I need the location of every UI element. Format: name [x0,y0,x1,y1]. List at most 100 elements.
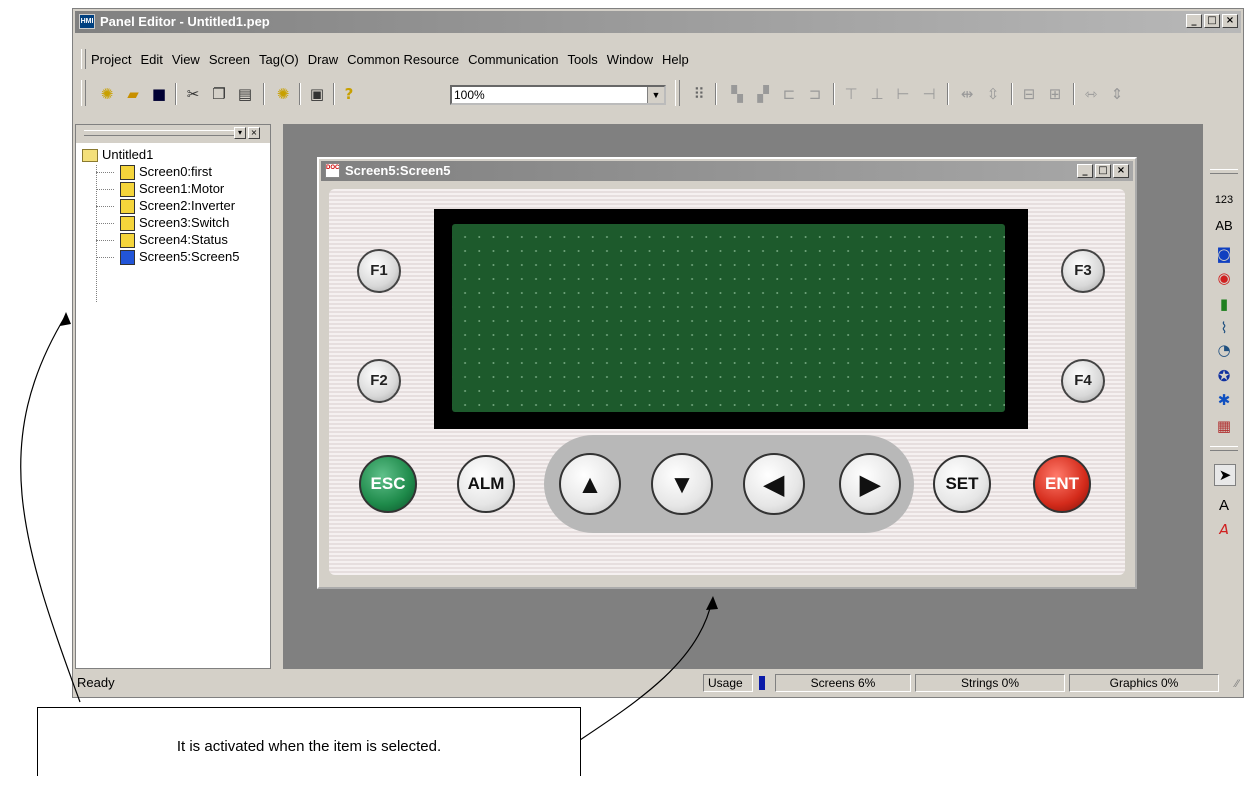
resize-grip-icon[interactable]: ⁄⁄ [1235,678,1239,690]
annotation-text: It is activated when the item is selecte… [176,738,442,755]
paste-icon[interactable]: ▤ [235,84,255,104]
copy-icon[interactable]: ❐ [209,84,229,104]
tree-item-screen0[interactable]: Screen0:first [82,164,239,181]
animation-icon[interactable]: ✱ [1214,390,1234,410]
pane-dropdown-button[interactable]: ▾ [234,127,246,139]
document-icon: DOC [325,163,340,178]
menu-tag[interactable]: Tag(O) [259,52,299,67]
menu-draw[interactable]: Draw [308,52,338,67]
toolbar-separator [175,83,177,105]
screen-close-button[interactable]: × [1113,164,1129,178]
align-bottom-icon[interactable]: ⊥ [867,84,887,104]
tree-item-screen2[interactable]: Screen2:Inverter [82,198,239,215]
bring-front-icon[interactable]: ▚ [727,84,747,104]
ungroup-icon[interactable]: ⊐ [805,84,825,104]
ent-key[interactable]: ENT [1033,455,1091,513]
title-bar[interactable]: HMI Panel Editor - Untitled1.pep _ □ × [75,11,1241,33]
arrowhead [60,312,71,326]
text-tool-icon[interactable]: A [1214,496,1234,516]
clock-icon[interactable]: ▦ [1214,416,1234,436]
numeric-display-icon[interactable]: 123 [1214,190,1234,210]
download-icon[interactable]: ▣ [307,84,327,104]
f2-key[interactable]: F2 [357,359,401,403]
f3-key[interactable]: F3 [1061,249,1105,293]
menu-tools[interactable]: Tools [567,52,597,67]
usage-bar-icon [759,676,765,690]
font-tool-icon[interactable]: A [1214,520,1234,534]
screen-minimize-button[interactable]: _ [1077,164,1093,178]
same-width-icon[interactable]: ⇹ [957,84,977,104]
screen-page-icon [120,199,135,215]
up-arrow-key[interactable]: ▲ [559,453,621,515]
space-horizontal-icon[interactable]: ⇿ [1081,84,1101,104]
menu-edit[interactable]: Edit [140,52,162,67]
space-vertical-icon[interactable]: ⇕ [1107,84,1127,104]
panel-editor-window: HMI Panel Editor - Untitled1.pep _ □ × P… [72,8,1244,698]
menu-window[interactable]: Window [607,52,653,67]
screen-maximize-button[interactable]: □ [1095,164,1111,178]
align-right-icon[interactable]: ⊣ [919,84,939,104]
status-text: Ready [77,675,115,690]
minimize-button[interactable]: _ [1186,14,1202,28]
push-button-icon[interactable]: ◙ [1214,244,1234,264]
menu-view[interactable]: View [172,52,200,67]
tree-item-screen4[interactable]: Screen4:Status [82,232,239,249]
tree-item-screen3[interactable]: Screen3:Switch [82,215,239,232]
new-project-icon[interactable]: ✺ [97,84,117,104]
project-tree: Untitled1 Screen0:first Screen1:Motor Sc… [82,147,239,302]
chevron-down-icon[interactable]: ▼ [647,87,664,103]
graphics-usage: Graphics 0% [1069,674,1219,692]
toolbar-separator [1073,83,1075,105]
tree-item-screen5[interactable]: Screen5:Screen5 [82,249,239,266]
annotation-callout: It is activated when the item is selecte… [37,707,581,776]
align-top-icon[interactable]: ⊤ [841,84,861,104]
maximize-button[interactable]: □ [1204,14,1220,28]
same-height-icon[interactable]: ⇳ [983,84,1003,104]
pie-graph-icon[interactable]: ◔ [1214,340,1234,360]
tree-root[interactable]: Untitled1 [82,147,239,164]
meter-icon[interactable]: ✪ [1214,366,1234,386]
screen-window-title-bar[interactable]: DOC Screen5:Screen5 _ □ × [321,161,1133,181]
menu-project[interactable]: Project [91,52,131,67]
help-icon[interactable]: ? [339,84,359,104]
lcd-display[interactable] [452,224,1005,412]
trend-graph-icon[interactable]: ⌇ [1214,318,1234,338]
bar-graph-icon[interactable]: ▮ [1214,294,1234,314]
pane-splitter[interactable] [271,124,281,669]
send-back-icon[interactable]: ▞ [753,84,773,104]
right-arrow-key[interactable]: ▶ [839,453,901,515]
center-horizontal-icon[interactable]: ⊟ [1019,84,1039,104]
menu-screen[interactable]: Screen [209,52,250,67]
open-folder-icon[interactable]: ▰ [123,84,143,104]
pane-grip [84,130,234,136]
f1-key[interactable]: F1 [357,249,401,293]
menu-help[interactable]: Help [662,52,689,67]
tree-item-label: Screen5:Screen5 [139,249,240,264]
down-arrow-key[interactable]: ▼ [651,453,713,515]
object-toolbar: 123 AB ◙ ◉ ▮ ⌇ ◔ ✪ ✱ ▦ ➤ A A [1206,124,1242,669]
screen-page-icon [120,216,135,232]
cut-icon[interactable]: ✂ [183,84,203,104]
menu-common-resource[interactable]: Common Resource [347,52,459,67]
set-key[interactable]: SET [933,455,991,513]
grid-icon[interactable]: ⠿ [689,84,709,104]
menu-communication[interactable]: Communication [468,52,558,67]
new-screen-icon[interactable]: ✺ [273,84,293,104]
close-button[interactable]: × [1222,14,1238,28]
pane-close-button[interactable]: × [248,127,260,139]
select-pointer-icon[interactable]: ➤ [1214,464,1236,486]
tree-item-screen1[interactable]: Screen1:Motor [82,181,239,198]
toolbar-grip [81,80,86,106]
text-display-icon[interactable]: AB [1214,216,1234,236]
group-icon[interactable]: ⊏ [779,84,799,104]
esc-key[interactable]: ESC [359,455,417,513]
f4-key[interactable]: F4 [1061,359,1105,403]
lamp-icon[interactable]: ◉ [1214,268,1234,288]
tree-item-label: Screen3:Switch [139,215,230,230]
zoom-combo[interactable]: 100% ▼ [450,85,666,105]
save-icon[interactable]: ■ [149,84,169,104]
alm-key[interactable]: ALM [457,455,515,513]
align-left-icon[interactable]: ⊢ [893,84,913,104]
left-arrow-key[interactable]: ◀ [743,453,805,515]
center-vertical-icon[interactable]: ⊞ [1045,84,1065,104]
